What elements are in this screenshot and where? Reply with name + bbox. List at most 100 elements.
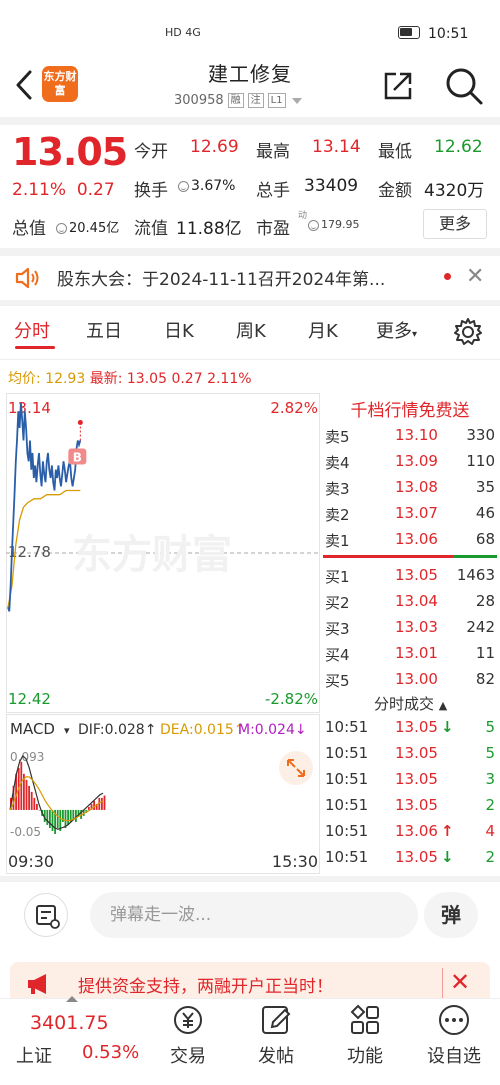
- index-pct[interactable]: 0.53%: [82, 1042, 139, 1063]
- change-pct: 2.11%: [12, 180, 67, 200]
- chevron-down-icon: [291, 97, 302, 104]
- tag-level: L1: [267, 93, 286, 108]
- tab-intraday[interactable]: 分时: [14, 317, 50, 343]
- current-price: 13.05: [12, 130, 128, 174]
- nav-trade-label: 交易: [170, 1046, 206, 1067]
- trade-list-title[interactable]: 分时成交 ▲: [374, 693, 447, 714]
- caret-up-icon: ▲: [438, 699, 448, 712]
- grid-icon: [350, 1004, 379, 1034]
- tag-registered: 注: [247, 93, 264, 108]
- trade-time: 10:51: [325, 822, 369, 840]
- tab-underline: [15, 346, 55, 349]
- tag-margin: 融: [227, 93, 244, 108]
- order-book-banner[interactable]: 千档行情免费送: [325, 396, 495, 422]
- danmaku-toggle-button[interactable]: 弹: [424, 892, 478, 938]
- volume-value: 33409: [304, 176, 359, 196]
- trade-row: 10:51 13.05 2: [325, 796, 497, 822]
- share-icon[interactable]: [382, 70, 414, 102]
- battery-icon: [398, 26, 420, 39]
- high-value: 13.14: [312, 137, 361, 157]
- macd-bar: [49, 809, 51, 828]
- nav-functions-label: 功能: [347, 1046, 383, 1067]
- close-icon[interactable]: ✕: [450, 968, 470, 996]
- trade-price: 13.05: [395, 848, 438, 866]
- macd-chart[interactable]: MACD ▾ DIF:0.028↑ DEA:0.015↑ M:0.024↓ 0.…: [6, 714, 320, 874]
- turnover-label: 换手: [134, 181, 168, 201]
- bid-price: 13.04: [395, 592, 438, 610]
- bid-row[interactable]: 买3 13.03 242: [325, 618, 497, 644]
- float-label: 流值: [134, 219, 168, 239]
- bid-volume: 242: [466, 618, 495, 636]
- dif-text: DIF:0.028↑: [78, 722, 156, 738]
- bid-row[interactable]: 买4 13.01 11: [325, 644, 497, 670]
- ask-price: 13.08: [395, 478, 438, 496]
- gear-icon[interactable]: [453, 317, 483, 351]
- macd-bar: [30, 791, 33, 810]
- trade-volume: 4: [485, 822, 495, 840]
- trade-time: 10:51: [325, 848, 369, 866]
- macd-bar: [51, 809, 54, 831]
- turnover-wrap: 3.67%: [176, 178, 235, 194]
- close-icon[interactable]: ✕: [466, 264, 484, 289]
- ask-row[interactable]: 卖2 13.07 46: [325, 504, 497, 530]
- pe-label: 市盈: [256, 219, 290, 239]
- amount-value: 4320万: [424, 181, 485, 201]
- macd-bar: [28, 785, 30, 810]
- low-label: 最低: [378, 142, 412, 162]
- ask-row[interactable]: 卖5 13.10 330: [325, 426, 497, 452]
- trade-row: 10:51 13.05 5: [325, 744, 497, 770]
- y-tick-bottom: 12.42: [8, 690, 51, 708]
- comment-list-icon[interactable]: [24, 893, 68, 937]
- info-icon: [56, 223, 67, 234]
- tab-five-day[interactable]: 五日: [86, 317, 122, 343]
- ask-label: 卖2: [325, 506, 350, 524]
- search-icon[interactable]: [444, 66, 484, 106]
- promo-text[interactable]: 提供资金支持，两融开户正当时！: [78, 972, 333, 997]
- mcap-label: 总值: [12, 219, 46, 239]
- macd-bar: [72, 809, 75, 819]
- ask-volume: 330: [466, 426, 495, 444]
- tab-weekly-k[interactable]: 周K: [236, 317, 266, 343]
- pct-tick-top: 2.82%: [270, 399, 318, 417]
- change-values: 2.11% 0.27: [12, 180, 115, 200]
- stock-code-row[interactable]: 300958 融 注 L1: [174, 93, 302, 108]
- macd-bar: [67, 809, 69, 825]
- intraday-chart[interactable]: 东方财富 13.14 12.78 12.42 2.82% -2.82% B: [6, 393, 320, 713]
- stock-code: 300958: [174, 93, 224, 108]
- tab-more[interactable]: 更多▾: [376, 317, 417, 343]
- bid-row[interactable]: 买1 13.05 1463: [325, 566, 497, 592]
- trade-price: 13.05: [395, 718, 438, 736]
- open-value: 12.69: [190, 137, 239, 157]
- expand-icon: [279, 751, 313, 785]
- watermark: 东方财富: [72, 532, 232, 578]
- ask-label: 卖4: [325, 454, 350, 472]
- bid-volume: 11: [475, 644, 495, 662]
- danmaku-input[interactable]: 弹幕走一波...: [90, 892, 418, 938]
- ask-row[interactable]: 卖3 13.08 35: [325, 478, 497, 504]
- nav-watchlist-label: 设自选: [427, 1046, 481, 1067]
- unread-dot: [444, 273, 451, 280]
- trade-direction: ↓: [441, 848, 454, 866]
- avg-latest-line: 均价: 12.93 最新: 13.05 0.27 2.11%: [8, 368, 252, 388]
- macd-bar: [93, 800, 95, 810]
- notice-text[interactable]: 股东大会：于2024-11-11召开2024年第...: [57, 265, 385, 290]
- trade-row: 10:51 13.06 ↑ 4: [325, 822, 497, 848]
- volume-label: 总手: [256, 181, 290, 201]
- mcap-value: 20.45亿: [69, 221, 120, 236]
- bid-row[interactable]: 买2 13.04 28: [325, 592, 497, 618]
- ask-row[interactable]: 卖1 13.06 68: [325, 530, 497, 556]
- index-name[interactable]: 上证: [16, 1042, 52, 1068]
- megaphone-icon: [26, 972, 52, 1000]
- ask-row[interactable]: 卖4 13.09 110: [325, 452, 497, 478]
- trade-direction: ↑: [441, 822, 454, 840]
- dea-text: DEA:0.015↑: [160, 722, 246, 738]
- index-value[interactable]: 3401.75: [30, 1012, 109, 1034]
- high-label: 最高: [256, 142, 290, 162]
- tab-daily-k[interactable]: 日K: [164, 317, 194, 343]
- status-bar: HD 4G 10:51: [0, 0, 500, 44]
- trade-price: 13.05: [395, 796, 438, 814]
- price-line: [7, 402, 82, 612]
- more-button[interactable]: 更多: [423, 209, 487, 239]
- tab-monthly-k[interactable]: 月K: [308, 317, 338, 343]
- amount-label: 金额: [378, 181, 412, 201]
